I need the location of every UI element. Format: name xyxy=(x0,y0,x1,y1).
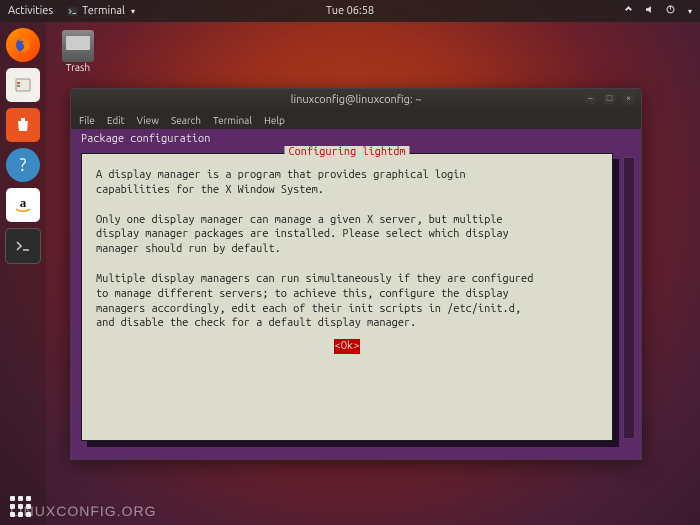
menu-file[interactable]: File xyxy=(79,115,95,126)
dock-help-icon[interactable]: ? xyxy=(6,148,40,182)
terminal-scrollbar[interactable] xyxy=(623,157,635,439)
window-title: linuxconfig@linuxconfig: ~ xyxy=(291,94,422,106)
dock-files-icon[interactable] xyxy=(6,68,40,102)
power-icon[interactable] xyxy=(665,4,676,18)
terminal-icon xyxy=(67,6,78,17)
menu-view[interactable]: View xyxy=(137,115,159,126)
svg-text:a: a xyxy=(20,195,27,210)
debconf-header: Package configuration xyxy=(81,133,631,145)
clock[interactable]: Tue 06:58 xyxy=(326,5,374,17)
menu-edit[interactable]: Edit xyxy=(107,115,125,126)
dock-software-icon[interactable] xyxy=(6,108,40,142)
debconf-text: A display manager is a program that prov… xyxy=(82,154,612,364)
chevron-down-icon: ▾ xyxy=(131,7,135,16)
menu-help[interactable]: Help xyxy=(264,115,285,126)
dock-amazon-icon[interactable]: a xyxy=(6,188,40,222)
sound-icon[interactable] xyxy=(644,4,655,18)
window-maximize-button[interactable]: □ xyxy=(603,92,616,105)
menu-search[interactable]: Search xyxy=(171,115,201,126)
top-bar: Activities Terminal ▾ Tue 06:58 ▾ xyxy=(0,0,700,22)
trash-icon xyxy=(62,30,94,62)
debconf-title: Configuring lightdm xyxy=(284,146,409,158)
active-app-menu[interactable]: Terminal ▾ xyxy=(67,5,135,17)
debconf-para3: Multiple display managers can run simult… xyxy=(96,273,533,330)
debconf-para1: A display manager is a program that prov… xyxy=(96,169,466,196)
activities-button[interactable]: Activities xyxy=(8,5,53,17)
window-titlebar[interactable]: linuxconfig@linuxconfig: ~ – □ × xyxy=(71,89,641,111)
network-icon[interactable] xyxy=(623,4,634,18)
window-close-button[interactable]: × xyxy=(622,92,635,105)
chevron-down-icon: ▾ xyxy=(688,7,692,16)
window-menubar: File Edit View Search Terminal Help xyxy=(71,111,641,129)
dock-terminal-icon[interactable] xyxy=(5,228,41,264)
dock: ? a xyxy=(0,22,46,525)
desktop-trash-icon[interactable]: Trash xyxy=(55,30,101,73)
window-minimize-button[interactable]: – xyxy=(584,92,597,105)
desktop: Activities Terminal ▾ Tue 06:58 ▾ ? a Tr… xyxy=(0,0,700,525)
trash-label: Trash xyxy=(55,62,101,73)
debconf-para2: Only one display manager can manage a gi… xyxy=(96,214,509,256)
watermark: LINUXCONFIG.ORG xyxy=(10,503,156,519)
debconf-ok-button[interactable]: <Ok> xyxy=(334,339,361,354)
debconf-dialog: Configuring lightdm A display manager is… xyxy=(81,153,613,441)
dock-firefox-icon[interactable] xyxy=(6,28,40,62)
active-app-label: Terminal xyxy=(82,5,125,17)
terminal-window: linuxconfig@linuxconfig: ~ – □ × File Ed… xyxy=(70,88,642,460)
menu-terminal[interactable]: Terminal xyxy=(213,115,252,126)
terminal-body: Package configuration Configuring lightd… xyxy=(71,129,641,459)
